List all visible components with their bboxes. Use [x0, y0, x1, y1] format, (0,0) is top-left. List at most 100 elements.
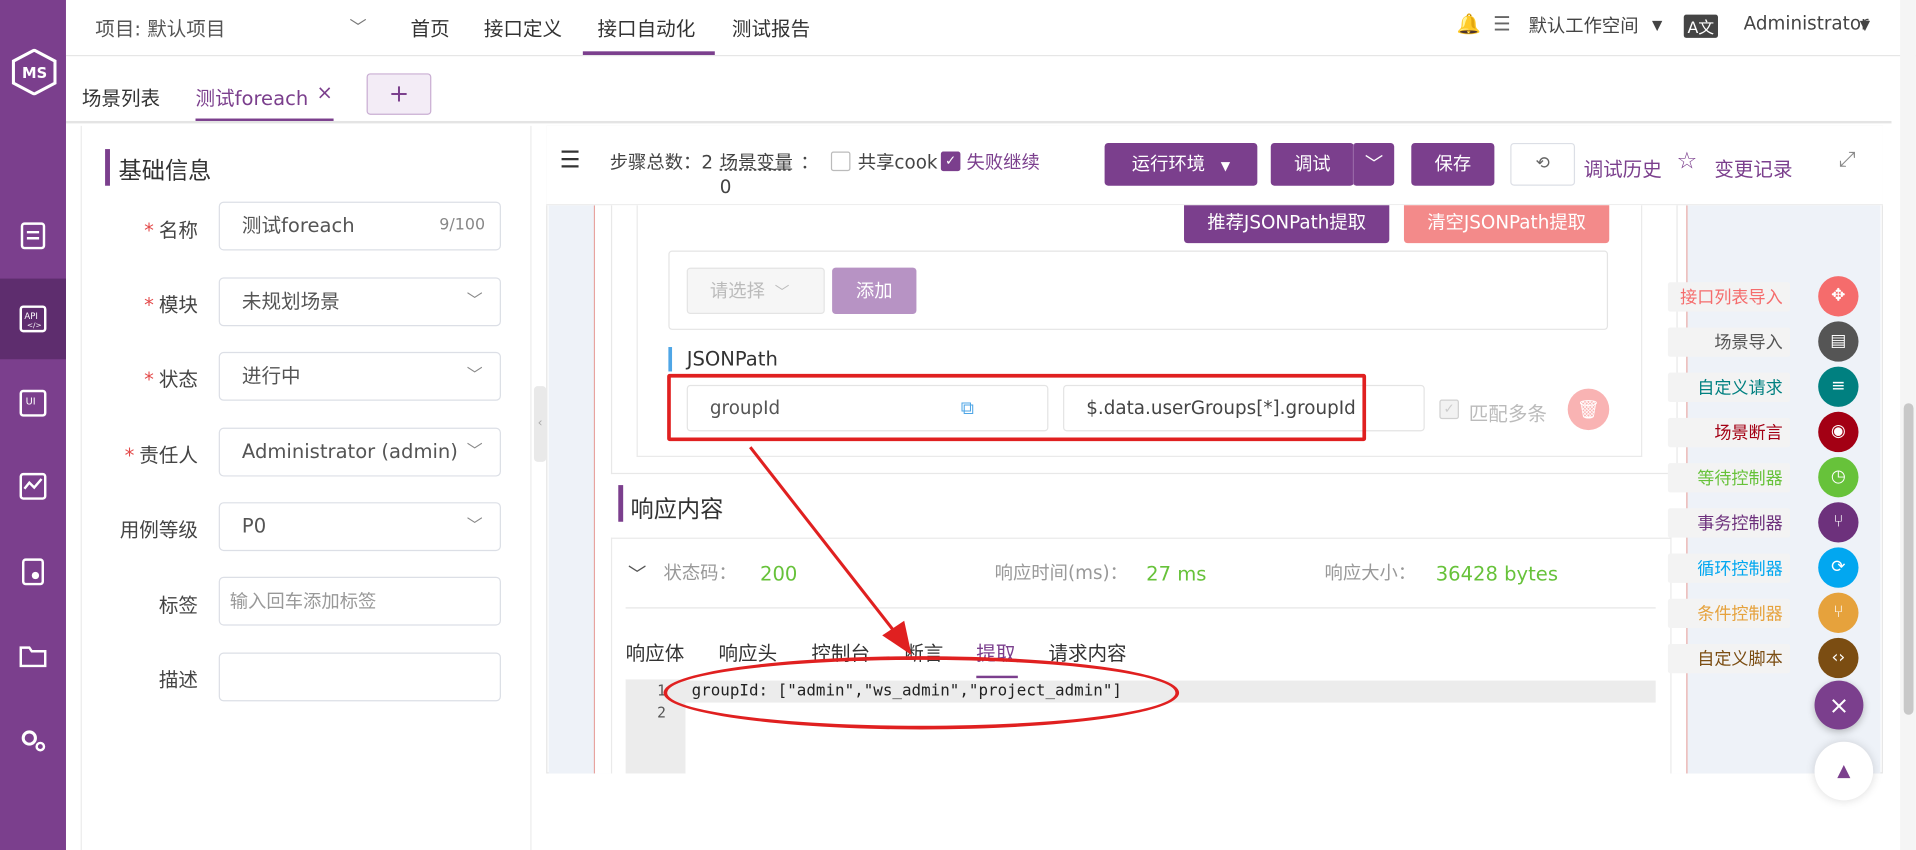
- side-tool-sliders[interactable]: 自定义请求: [1667, 372, 1791, 403]
- scene-tabs: [65, 57, 1892, 124]
- scene-variables-count: 0: [719, 175, 732, 198]
- name-label: * 名称: [144, 218, 198, 242]
- fullscreen-icon[interactable]: ⤢: [1839, 148, 1856, 172]
- nav-active-indicator: [582, 51, 715, 55]
- level-select[interactable]: P0 ﹀: [218, 502, 501, 552]
- share-cookie-label[interactable]: 共享cook: [858, 149, 938, 175]
- extract-type-select[interactable]: 请选择 ﹀: [686, 267, 825, 315]
- assert-icon[interactable]: ◉: [1818, 411, 1859, 453]
- app-root: MS API </> UI 项目: 默认项目 ﹀ 首页 接口定义 接口自动化 测试…: [0, 0, 1916, 850]
- collapse-panel-handle[interactable]: ‹: [533, 386, 547, 462]
- match-multiple-checkbox[interactable]: ✓: [1439, 399, 1459, 420]
- add-tab-button[interactable]: +: [366, 73, 432, 115]
- close-icon[interactable]: ×: [316, 81, 332, 104]
- save-button[interactable]: 保存: [1411, 142, 1495, 186]
- module-label: * 模块: [144, 293, 198, 317]
- side-tool-film[interactable]: 场景导入: [1667, 327, 1791, 357]
- workspace-selector[interactable]: 默认工作空间: [1529, 12, 1639, 38]
- scene-variables-link[interactable]: 场景变量: [720, 149, 793, 175]
- chevron-down-icon: ﹀: [466, 292, 483, 311]
- response-time-value: 27 ms: [1146, 562, 1207, 586]
- recommend-jsonpath-button[interactable]: 推荐JSONPath提取: [1184, 205, 1390, 244]
- user-chevron-icon[interactable]: ▼: [1860, 17, 1870, 33]
- sidebar-report-icon[interactable]: [0, 540, 66, 604]
- task-list-icon[interactable]: ☰: [1493, 12, 1511, 35]
- nav-test-report[interactable]: 测试报告: [732, 12, 810, 41]
- scrollbar-thumb[interactable]: [1903, 403, 1914, 715]
- highlight-ellipse: [663, 656, 1180, 730]
- status-select[interactable]: 进行中 ﹀: [218, 351, 501, 401]
- branch-icon[interactable]: ⑂: [1818, 502, 1859, 543]
- close-toolbar-icon[interactable]: ×: [1814, 680, 1864, 730]
- line-number: 2: [657, 703, 666, 721]
- owner-select[interactable]: Administrator (admin) ﹀: [218, 427, 501, 477]
- sidebar-settings-icon[interactable]: [0, 709, 66, 773]
- environment-button[interactable]: 运行环境 ▼: [1104, 142, 1258, 186]
- sidebar-api-icon[interactable]: API </>: [0, 278, 66, 360]
- status-label: * 状态: [144, 367, 198, 392]
- response-size-label: 响应大小：: [1324, 562, 1417, 585]
- clear-jsonpath-button[interactable]: 清空JSONPath提取: [1403, 205, 1610, 244]
- workspace-chevron-icon[interactable]: ▼: [1652, 17, 1662, 33]
- fork-icon[interactable]: ⑂: [1818, 592, 1859, 633]
- fail-continue-label[interactable]: 失败继续: [967, 149, 1040, 175]
- step-count: 步骤总数：2: [609, 151, 714, 174]
- description-textarea[interactable]: [218, 652, 501, 702]
- nav-api-definition[interactable]: 接口定义: [484, 12, 562, 41]
- project-selector[interactable]: 项目: 默认项目: [95, 12, 225, 41]
- nav-api-automation[interactable]: 接口自动化: [598, 12, 696, 41]
- side-tool-assert[interactable]: 场景断言: [1667, 417, 1791, 448]
- refresh-icon[interactable]: ⟲: [1510, 142, 1576, 186]
- side-tool-clock[interactable]: 等待控制器: [1667, 463, 1791, 493]
- svg-text:</>: </>: [27, 320, 42, 329]
- side-tool-loop[interactable]: 循环控制器: [1667, 553, 1791, 583]
- metersphere-logo[interactable]: MS: [11, 48, 57, 96]
- loop-icon[interactable]: ⟳: [1818, 547, 1859, 588]
- jsonpath-accent: [668, 347, 673, 372]
- delete-icon[interactable]: 🗑: [1567, 388, 1610, 431]
- menu-icon[interactable]: ☰: [560, 147, 581, 174]
- debug-dropdown-icon[interactable]: ﹀: [1352, 142, 1395, 186]
- side-tool-fork[interactable]: 条件控制器: [1667, 598, 1791, 629]
- nav-home[interactable]: 首页: [411, 12, 450, 41]
- scene-variables-colon: ：: [800, 151, 819, 174]
- change-log-link[interactable]: 变更记录: [1714, 153, 1792, 182]
- user-menu[interactable]: Administrator: [1744, 12, 1869, 34]
- share-cookie-checkbox[interactable]: [830, 151, 851, 172]
- tab-response-body[interactable]: 响应体: [626, 637, 685, 666]
- debug-history-link[interactable]: 调试历史: [1584, 153, 1662, 182]
- sidebar-ui-icon[interactable]: UI: [0, 371, 66, 435]
- svg-text:MS: MS: [22, 65, 47, 82]
- sidebar-folder-icon[interactable]: [0, 623, 66, 687]
- description-label: 描述: [158, 668, 198, 692]
- fail-continue-checkbox[interactable]: ✓: [940, 151, 961, 172]
- language-icon[interactable]: A文: [1683, 14, 1718, 38]
- tag-input[interactable]: 输入回车添加标签: [218, 576, 501, 626]
- collapse-chevron-icon[interactable]: ﹀: [628, 561, 646, 587]
- module-select[interactable]: 未规划场景 ﹀: [218, 277, 501, 327]
- name-input[interactable]: 测试foreach 9/100: [218, 201, 501, 251]
- owner-label: * 责任人: [124, 443, 198, 467]
- side-tool-branch[interactable]: 事务控制器: [1667, 508, 1791, 538]
- tab-scene-list[interactable]: 场景列表: [82, 82, 160, 111]
- debug-button[interactable]: 调试: [1270, 142, 1354, 186]
- side-tool-move[interactable]: 接口列表导入: [1667, 282, 1791, 312]
- chevron-down-icon: ﹀: [774, 283, 790, 301]
- star-icon[interactable]: ☆: [1676, 148, 1697, 175]
- basic-info-title: 基础信息: [118, 157, 212, 185]
- scroll-top-icon[interactable]: ▲: [1814, 741, 1874, 801]
- bell-icon[interactable]: 🔔: [1457, 12, 1481, 35]
- add-extract-button[interactable]: 添加: [832, 267, 917, 315]
- sliders-icon[interactable]: ≡: [1818, 366, 1859, 407]
- film-icon[interactable]: ▤: [1818, 321, 1859, 362]
- sidebar-performance-icon[interactable]: [0, 455, 66, 519]
- clock-icon[interactable]: ◷: [1818, 456, 1859, 498]
- section-accent: [618, 485, 624, 522]
- chevron-down-icon[interactable]: ﹀: [349, 15, 366, 39]
- sidebar-track-icon[interactable]: [0, 203, 66, 267]
- side-tool-code[interactable]: 自定义脚本: [1667, 643, 1791, 674]
- chevron-down-icon: ﹀: [466, 366, 483, 385]
- code-icon[interactable]: ‹›: [1818, 637, 1859, 679]
- tab-current-scene[interactable]: 测试foreach: [196, 82, 309, 111]
- move-icon[interactable]: ✥: [1818, 276, 1859, 317]
